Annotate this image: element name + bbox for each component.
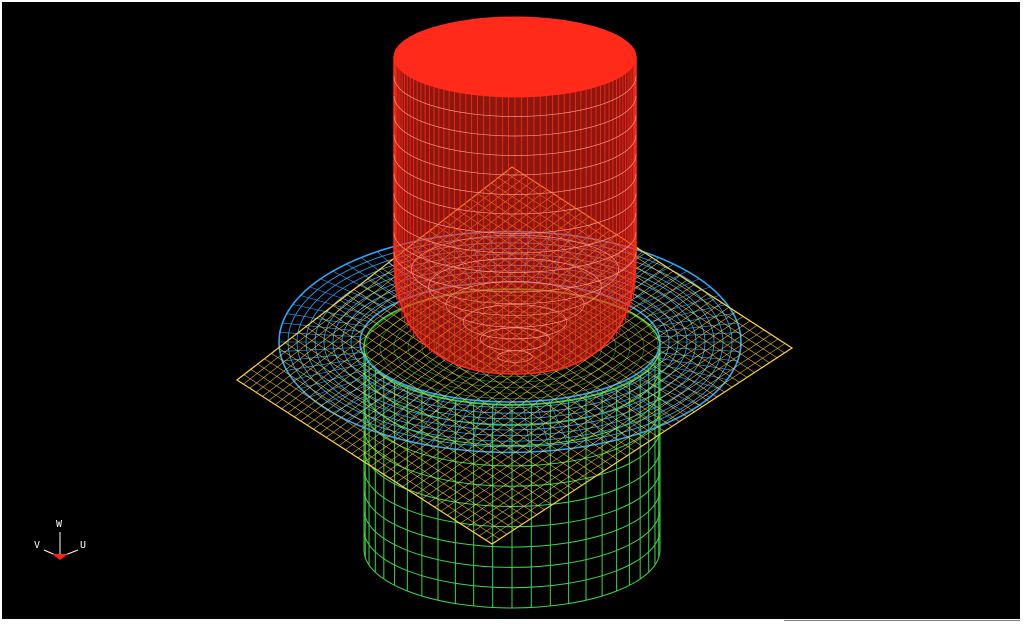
status-bar-divider: [784, 620, 1020, 621]
status-bar: [0, 619, 1024, 624]
punch-mesh[interactable]: [393, 16, 637, 375]
triad-origin-arrow-icon: [52, 554, 68, 560]
triad-w-label: W: [56, 519, 63, 530]
window-frame-right: [1020, 0, 1024, 624]
triad-v-label: V: [34, 540, 40, 551]
3d-viewport[interactable]: W V U: [2, 2, 1020, 619]
mesh-scene[interactable]: [2, 2, 1020, 619]
axis-triad: W V U: [34, 519, 86, 560]
triad-u-label: U: [80, 540, 86, 551]
